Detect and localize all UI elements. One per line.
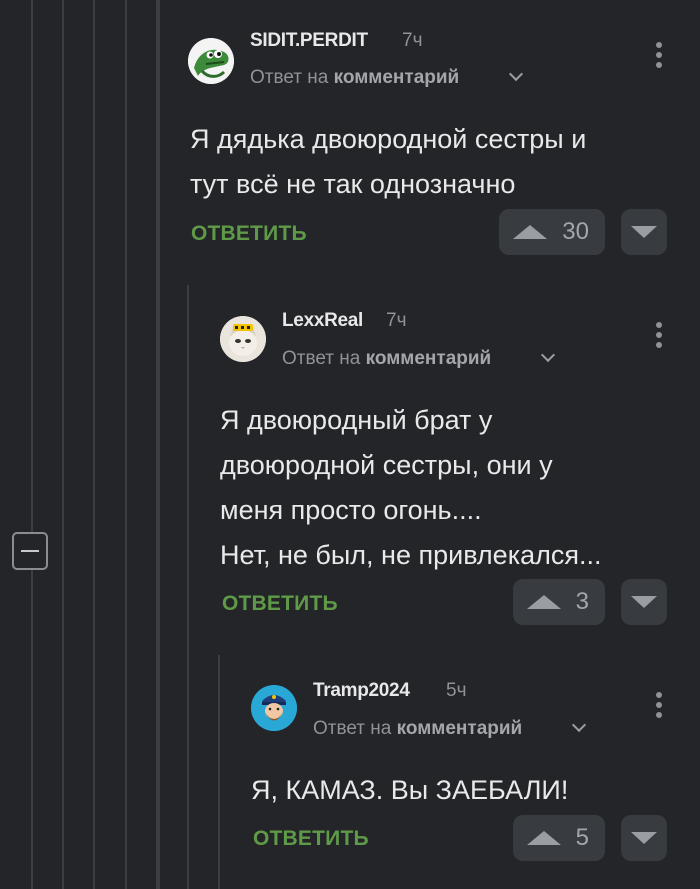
comment-time: 7ч [402,30,423,51]
more-options-icon[interactable] [656,692,662,722]
upvote-button[interactable]: 30 [499,209,605,255]
thread-line [125,0,127,889]
avatar[interactable] [251,685,297,731]
thread-line [187,285,189,889]
reply-to-link[interactable]: Ответ на комментарий [313,718,522,740]
thread-line [62,0,64,889]
arrow-down-icon [631,596,657,608]
reply-button[interactable]: ОТВЕТИТЬ [222,592,338,616]
downvote-button[interactable] [621,579,667,625]
reply-to-link[interactable]: Ответ на комментарий [250,67,459,89]
comment-score: 5 [575,824,589,851]
comment-score: 3 [575,588,589,615]
arrow-down-icon [631,832,657,844]
comment-text-line: Нет, не был, не привлекался... [220,540,602,570]
snake-avatar-icon [188,38,234,84]
avatar[interactable] [220,316,266,362]
comment-text-line: двоюродной сестры, они у [220,450,553,480]
comment-author[interactable]: Tramp2024 [313,680,410,702]
reply-to-target: комментарий [396,718,523,739]
minus-icon [21,550,39,552]
comment-text-line: меня просто огонь.... [220,495,482,525]
comment-text-line: Я, КАМАЗ. Вы ЗАЕБАЛИ! [251,775,569,805]
upvote-button[interactable]: 5 [513,815,605,861]
reply-to-prefix: Ответ на [313,718,392,739]
more-options-icon[interactable] [656,322,662,352]
reply-to-prefix: Ответ на [250,67,329,88]
chevron-down-icon[interactable] [540,347,556,363]
comment-score: 30 [562,218,589,245]
reply-to-prefix: Ответ на [282,348,361,369]
thread-line [218,655,220,889]
cat-taxi-avatar-icon [220,316,266,362]
comment-text: Я двоюродный брат у двоюродной сестры, о… [220,398,690,578]
comment-text: Я, КАМАЗ. Вы ЗАЕБАЛИ! [251,768,681,813]
collapse-thread-button[interactable] [12,532,48,570]
bearded-officer-avatar-icon [251,685,297,731]
comment-text-line: тут всё не так однозначно [190,169,516,199]
comment-time: 5ч [446,680,467,701]
comment-author[interactable]: LexxReal [282,310,363,332]
comment-text-line: Я дядька двоюродной сестры и [190,124,587,154]
downvote-button[interactable] [621,209,667,255]
downvote-button[interactable] [621,815,667,861]
arrow-up-icon [513,225,547,239]
arrow-up-icon [527,831,561,845]
arrow-down-icon [631,226,657,238]
reply-to-target: комментарий [365,348,492,369]
arrow-up-icon [527,595,561,609]
comment-time: 7ч [386,310,407,331]
comment-author[interactable]: SIDIT.PERDIT [250,30,368,52]
reply-to-target: комментарий [333,67,460,88]
reply-to-link[interactable]: Ответ на комментарий [282,348,491,370]
reply-button[interactable]: ОТВЕТИТЬ [191,222,307,246]
thread-line [31,0,33,889]
thread-line [93,0,95,889]
reply-button[interactable]: ОТВЕТИТЬ [253,827,369,851]
avatar[interactable] [188,38,234,84]
comment-text: Я дядька двоюродной сестры и тут всё не … [190,117,670,207]
chevron-down-icon[interactable] [508,66,524,82]
thread-line [158,0,160,889]
comment-text-line: Я двоюродный брат у [220,405,493,435]
upvote-button[interactable]: 3 [513,579,605,625]
more-options-icon[interactable] [656,42,662,72]
chevron-down-icon[interactable] [571,717,587,733]
